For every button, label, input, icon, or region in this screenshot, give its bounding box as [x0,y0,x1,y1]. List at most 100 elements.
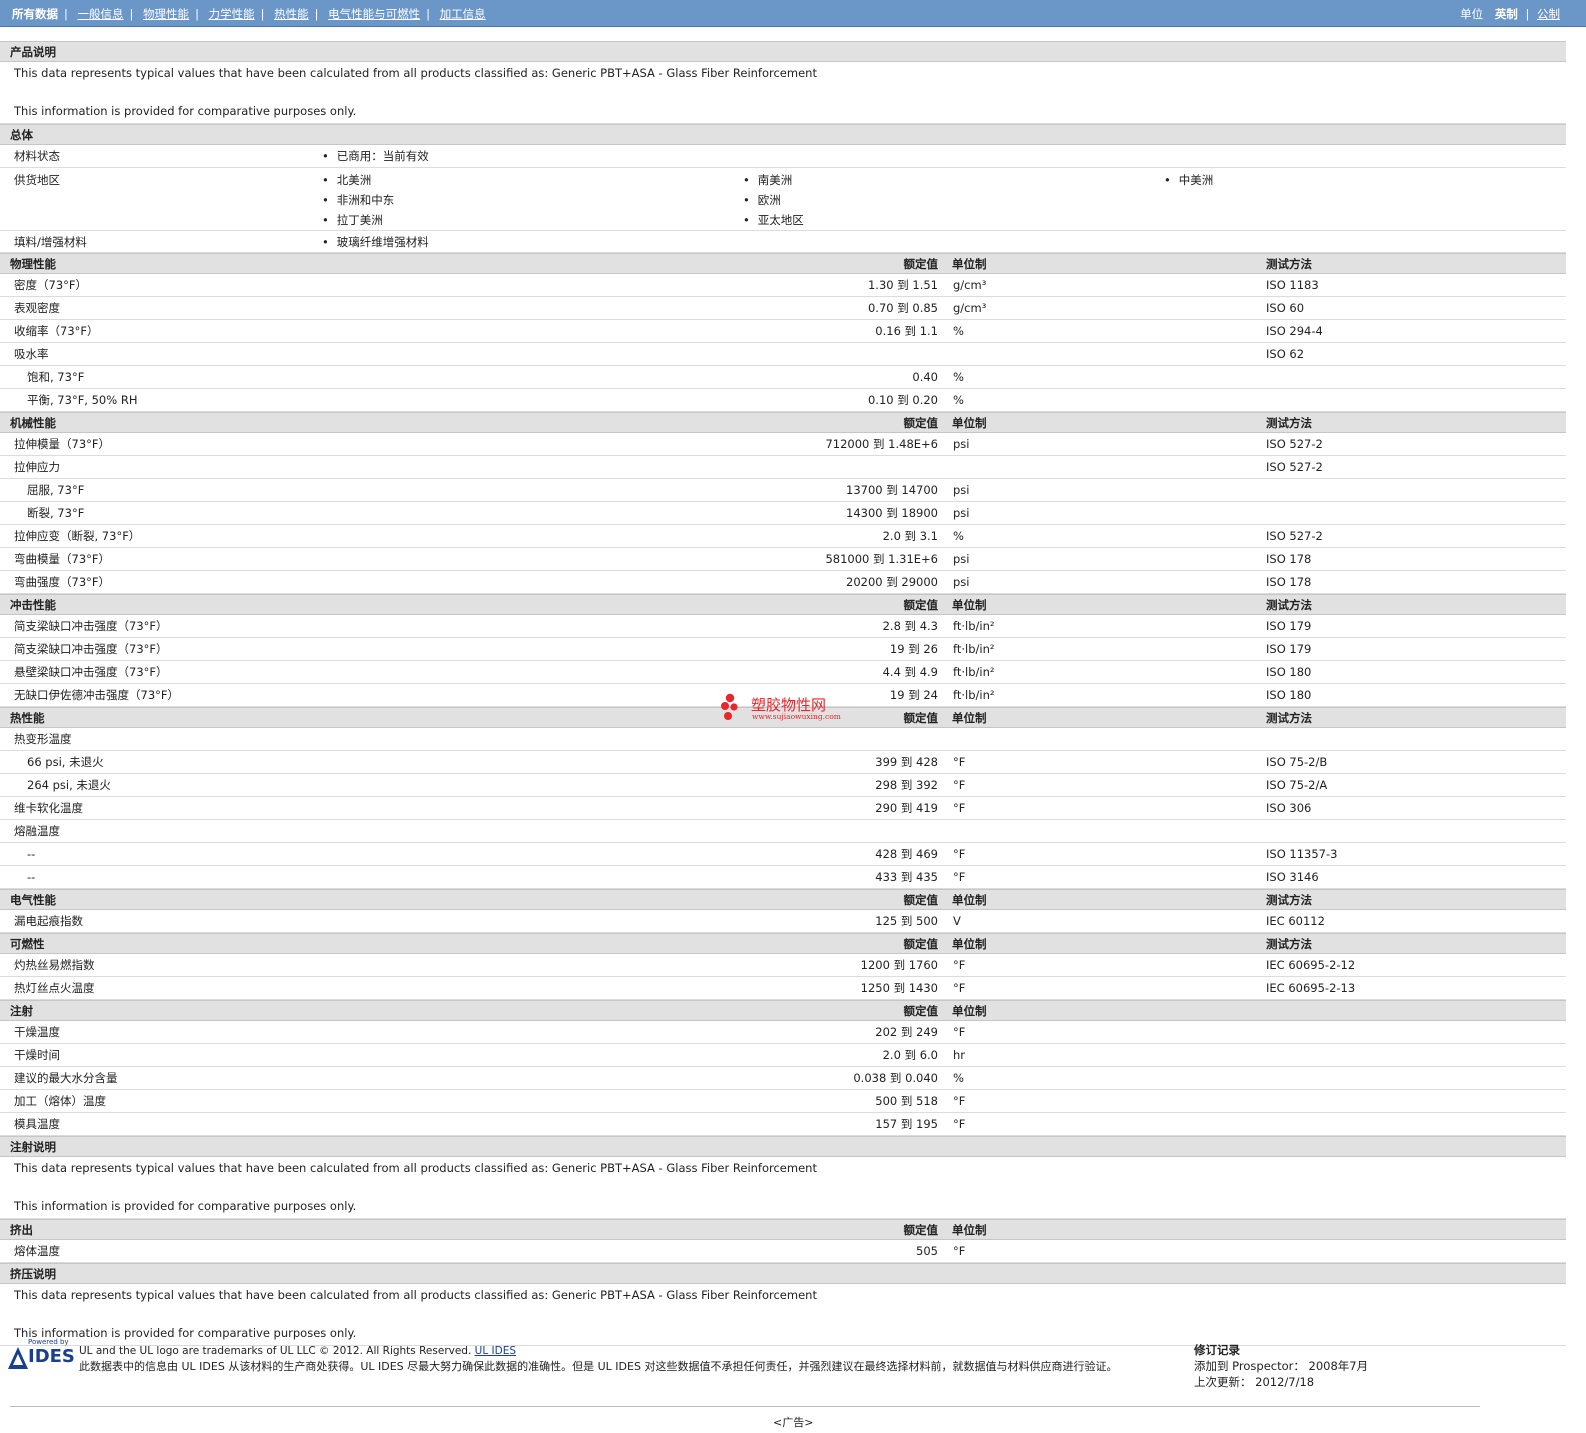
footer-divider [10,1406,1480,1407]
property-unit: V [953,914,961,928]
property-unit: °F [953,958,966,972]
property-value: 125 到 500 [875,914,938,928]
property-test-method: ISO 527-2 [1266,529,1323,543]
property-unit: °F [953,870,966,884]
header-test: 测试方法 [1266,711,1312,725]
header-unit: 单位制 [952,711,987,725]
property-row: 吸水率 ISO 62 [0,343,1566,366]
property-label: 简支梁缺口冲击强度（73°F） [14,642,168,656]
extrusion-note: This data represents typical values that… [0,1284,1566,1346]
property-row: -- 428 到 469 °F ISO 11357-3 [0,843,1566,866]
property-label: 熔融温度 [14,824,60,838]
property-unit: psi [953,437,970,451]
property-test-method: IEC 60112 [1266,914,1325,928]
property-row: 弯曲强度（73°F） 20200 到 29000 psi ISO 178 [0,571,1566,594]
property-row: 模具温度 157 到 195 °F [0,1113,1566,1136]
property-label: 弯曲强度（73°F） [14,575,110,589]
units-imperial[interactable]: 英制 [1495,7,1518,21]
property-unit: % [953,370,964,384]
header-rated: 额定值 [903,893,939,907]
property-row: 拉伸应力 ISO 527-2 [0,456,1566,479]
property-value: 2.8 到 4.3 [882,619,938,633]
note-line: This data represents typical values that… [14,1161,817,1175]
nav-mechanical[interactable]: 力学性能 [209,7,255,21]
section-injection-note: 注射说明 [0,1136,1566,1157]
property-unit: °F [953,1117,966,1131]
nav-all-data[interactable]: 所有数据 [12,7,58,21]
property-unit: % [953,393,964,407]
section-general: 总体 [0,124,1566,145]
ides-triangle-icon [8,1347,28,1369]
units-label: 单位 [1460,7,1484,21]
property-value: 202 到 249 [875,1025,938,1039]
property-label: 维卡软化温度 [14,801,83,815]
property-test-method: ISO 527-2 [1266,460,1323,474]
nav-thermal[interactable]: 热性能 [274,7,309,21]
property-row: 悬壁梁缺口冲击强度（73°F） 4.4 到 4.9 ft·lb/in² ISO 180 [0,661,1566,684]
nav-electrical[interactable]: 电气性能与可燃性 [328,7,420,21]
injection-note: This data represents typical values that… [0,1157,1566,1219]
property-row: 拉伸模量（73°F） 712000 到 1.48E+6 psi ISO 527-2 [0,433,1566,456]
header-test: 测试方法 [1266,416,1312,430]
header-test: 测试方法 [1266,257,1312,271]
section-title: 注射 [10,1004,33,1018]
property-test-method: IEC 60695-2-12 [1266,958,1356,972]
property-value: 0.40 [912,370,938,384]
property-label: 简支梁缺口冲击强度（73°F） [14,619,168,633]
property-label: 拉伸应力 [14,460,60,474]
property-test-method: ISO 178 [1266,575,1312,589]
property-test-method: ISO 75-2/B [1266,755,1328,769]
property-value: 500 到 518 [875,1094,938,1108]
ul-ides-link[interactable]: UL IDES [475,1345,516,1357]
property-unit: g/cm³ [953,301,987,315]
property-label: 收缩率（73°F） [14,324,99,338]
nav-general-info[interactable]: 一般信息 [78,7,124,21]
nav-processing[interactable]: 加工信息 [440,7,486,21]
property-test-method: ISO 75-2/A [1266,778,1328,792]
property-unit: psi [953,575,970,589]
watermark-url: www.sujiaowuxing.com [752,712,841,721]
section-physical: 物理性能 额定值 单位制 测试方法 [0,253,1566,274]
header-unit: 单位制 [952,1004,987,1018]
property-test-method: ISO 60 [1266,301,1305,315]
section-title: 机械性能 [10,416,56,430]
logo-name: IDES [28,1346,75,1367]
property-label: 66 psi, 未退火 [27,755,104,769]
property-label: 吸水率 [14,347,49,361]
header-unit: 单位制 [952,893,987,907]
revision-updated: 上次更新： 2012/7/18 [1194,1375,1315,1389]
property-test-method: ISO 527-2 [1266,437,1323,451]
header-unit: 单位制 [952,416,987,430]
property-label: 漏电起痕指数 [14,914,83,928]
property-value: 157 到 195 [875,1117,938,1131]
note-line: This information is provided for compara… [14,104,357,118]
property-row: 弯曲模量（73°F） 581000 到 1.31E+6 psi ISO 178 [0,548,1566,571]
section-impact: 冲击性能 额定值 单位制 测试方法 [0,594,1566,615]
footer: Powered by IDES UL and the UL logo are t… [0,1338,1566,1400]
property-label: 密度（73°F） [14,278,87,292]
region-item: 欧洲 [743,192,804,212]
header-unit: 单位制 [952,598,987,612]
property-label: 灼热丝易燃指数 [14,958,95,972]
property-unit: % [953,1071,964,1085]
property-unit: °F [953,847,966,861]
property-value: 428 到 469 [875,847,938,861]
note-line: This data represents typical values that… [14,66,817,80]
property-value: 1250 到 1430 [860,981,938,995]
header-rated: 额定值 [903,257,939,271]
ides-logo: Powered by IDES [8,1338,75,1373]
property-test-method: ISO 178 [1266,552,1312,566]
property-unit: ft·lb/in² [953,665,995,679]
property-label: 干燥温度 [14,1025,60,1039]
watermark-logo: 塑胶物性网 www.sujiaowuxing.com [721,693,869,733]
property-unit: % [953,324,964,338]
property-label: -- [27,847,36,861]
row-label: 填料/增强材料 [14,235,87,249]
property-test-method: ISO 62 [1266,347,1305,361]
property-value: 399 到 428 [875,755,938,769]
logo-powered-by: Powered by [28,1338,69,1346]
top-nav-bar: 所有数据 | 一般信息 | 物理性能 | 力学性能 | 热性能 | 电气性能与可燃性 | 加… [0,0,1586,27]
ad-label: <广告> [773,1416,814,1429]
units-metric[interactable]: 公制 [1537,7,1560,21]
nav-physical[interactable]: 物理性能 [143,7,189,21]
